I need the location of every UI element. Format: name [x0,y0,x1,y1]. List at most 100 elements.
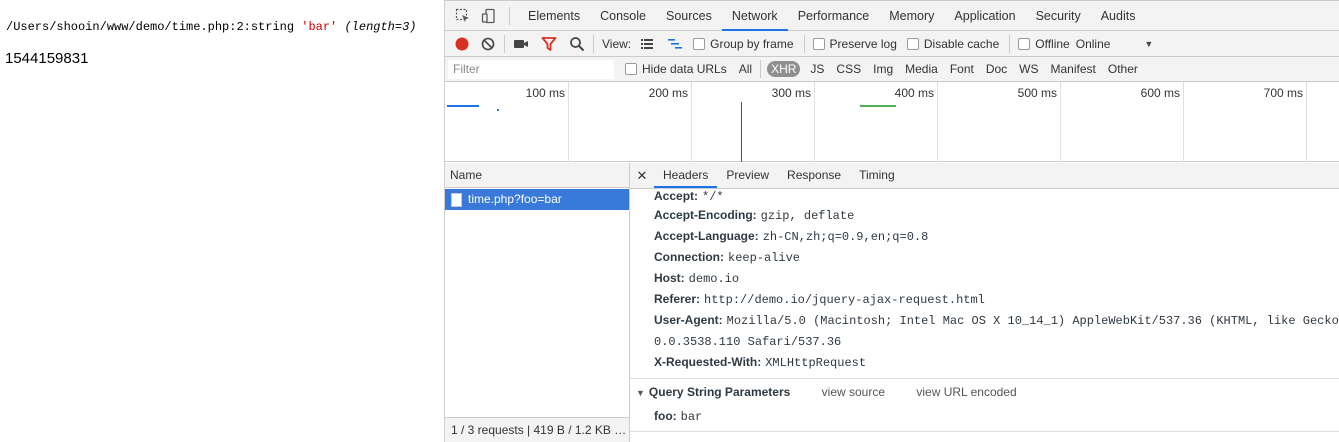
disable-cache-toggle[interactable]: Disable cache [906,36,1000,51]
timeline-request-bar [497,109,499,111]
header-value: gzip, deflate [760,209,855,223]
filter-icon[interactable] [541,36,557,52]
header-name: Referer: [654,292,701,306]
tab-elements[interactable]: Elements [518,1,590,31]
header-row: Connection: keep-alive [654,247,1339,268]
disable-cache-label: Disable cache [923,36,1000,51]
header-row: User-Agent: Mozilla/5.0 (Macintosh; Intel… [654,310,1339,331]
filter-type-media[interactable]: Media [903,61,940,77]
filter-type-img[interactable]: Img [871,61,895,77]
view-url-encoded-link[interactable]: view URL encoded [916,385,1016,399]
checkbox-icon[interactable] [693,37,706,50]
network-toolbar: View: Group by frame Preserve log Disabl… [445,31,1339,57]
header-row: X-Requested-With: XMLHttpRequest [654,352,1339,373]
timeline-marker [741,102,742,162]
timeline-tick-label: 100 ms [525,86,565,100]
filter-type-css[interactable]: CSS [834,61,863,77]
tab-response[interactable]: Response [778,163,850,188]
offline-toggle[interactable]: Offline [1018,36,1070,51]
clear-icon[interactable] [480,36,496,52]
section-divider [630,431,1339,432]
query-param-row: foo: bar [630,405,1339,427]
filter-type-doc[interactable]: Doc [984,61,1009,77]
header-value: zh-CN,zh;q=0.9,en;q=0.8 [762,230,929,244]
screenshot-camera-icon[interactable] [513,36,529,52]
header-row: Accept-Encoding: gzip, deflate [654,205,1339,226]
checkbox-icon[interactable] [906,37,919,50]
filter-type-other[interactable]: Other [1106,61,1140,77]
group-by-frame-label: Group by frame [710,36,794,51]
details-tabbar: ✕ Headers Preview Response Timing [630,163,1339,189]
timeline-tick-label: 700 ms [1263,86,1303,100]
header-value: Mozilla/5.0 (Macintosh; Intel Mac OS X 1… [726,314,1339,328]
tab-audits[interactable]: Audits [1091,1,1146,31]
header-row: Host: demo.io [654,268,1339,289]
param-value: bar [680,410,703,424]
timeline-gridline [1183,82,1184,162]
tab-network[interactable]: Network [721,1,788,31]
timeline-gridline [1306,82,1307,162]
toolbar-divider [803,34,805,53]
header-value: demo.io [688,272,740,286]
checkbox-icon[interactable] [1018,37,1031,50]
tab-sources[interactable]: Sources [656,1,722,31]
checkbox-icon[interactable] [625,63,637,75]
request-row[interactable]: time.php?foo=bar [445,189,629,210]
throttling-value: Online [1075,36,1111,51]
filter-type-manifest[interactable]: Manifest [1049,61,1098,77]
waterfall-overview-icon[interactable] [667,36,683,52]
timeline-tick-label: 600 ms [1140,86,1180,100]
timeline-tick-label: 500 ms [1017,86,1057,100]
request-headers: Accept: */* Accept-Encoding: gzip, deflate… [654,189,1339,373]
header-value: XMLHttpRequest [765,356,867,370]
toolbar-divider [593,34,594,53]
tab-performance[interactable]: Performance [788,1,880,31]
large-rows-icon[interactable] [639,36,655,52]
toolbar-divider [509,6,510,25]
timeline-gridline [568,82,569,162]
header-name: Accept-Encoding: [654,208,757,222]
dump-length: (length=3) [344,20,417,34]
hide-data-urls-toggle[interactable]: Hide data URLs [625,62,727,76]
header-name: X-Requested-With: [654,355,762,369]
tab-security[interactable]: Security [1026,1,1091,31]
hide-data-urls-label: Hide data URLs [642,62,727,76]
timeline-gridline [691,82,692,162]
offline-label: Offline [1035,36,1070,51]
query-string-title: Query String Parameters [648,385,791,399]
throttling-select[interactable]: Online ▼ [1076,37,1154,51]
timeline-tick-label: 200 ms [648,86,688,100]
checkbox-icon[interactable] [812,37,825,50]
request-details: ✕ Headers Preview Response Timing Accept… [630,163,1339,442]
header-name: Accept-Language: [654,229,759,243]
tab-memory[interactable]: Memory [879,1,944,31]
filter-type-xhr[interactable]: XHR [767,61,801,77]
column-header-name[interactable]: Name [445,163,629,188]
device-toolbar-icon[interactable] [481,8,497,24]
preserve-log-toggle[interactable]: Preserve log [812,36,897,51]
toolbar-divider [1009,34,1011,53]
view-source-link[interactable]: view source [822,385,885,399]
devtools-tabbar: Elements Console Sources Network Perform… [445,0,1339,31]
filter-type-font[interactable]: Font [948,61,976,77]
tab-application[interactable]: Application [944,1,1025,31]
group-by-frame-toggle[interactable]: Group by frame [693,36,794,51]
timeline-tick-label: 400 ms [894,86,934,100]
filter-type-js[interactable]: JS [808,61,826,77]
search-icon[interactable] [569,36,585,52]
filter-input[interactable] [448,59,614,79]
filter-type-all[interactable]: All [737,61,754,77]
header-value: keep-alive [728,251,801,265]
network-overview[interactable]: 100 ms 200 ms 300 ms 400 ms 500 ms 600 m… [445,82,1339,162]
record-icon[interactable] [454,36,470,52]
tab-timing[interactable]: Timing [850,163,904,188]
inspect-element-icon[interactable] [455,8,471,24]
query-string-header[interactable]: ▼ Query String Parameters view source vie… [630,379,1339,405]
close-icon[interactable]: ✕ [630,168,654,184]
preserve-log-label: Preserve log [829,36,897,51]
tab-headers[interactable]: Headers [654,163,718,188]
filter-type-ws[interactable]: WS [1017,61,1040,77]
triangle-down-icon[interactable]: ▼ [636,388,645,398]
tab-console[interactable]: Console [590,1,656,31]
tab-preview[interactable]: Preview [717,163,778,188]
